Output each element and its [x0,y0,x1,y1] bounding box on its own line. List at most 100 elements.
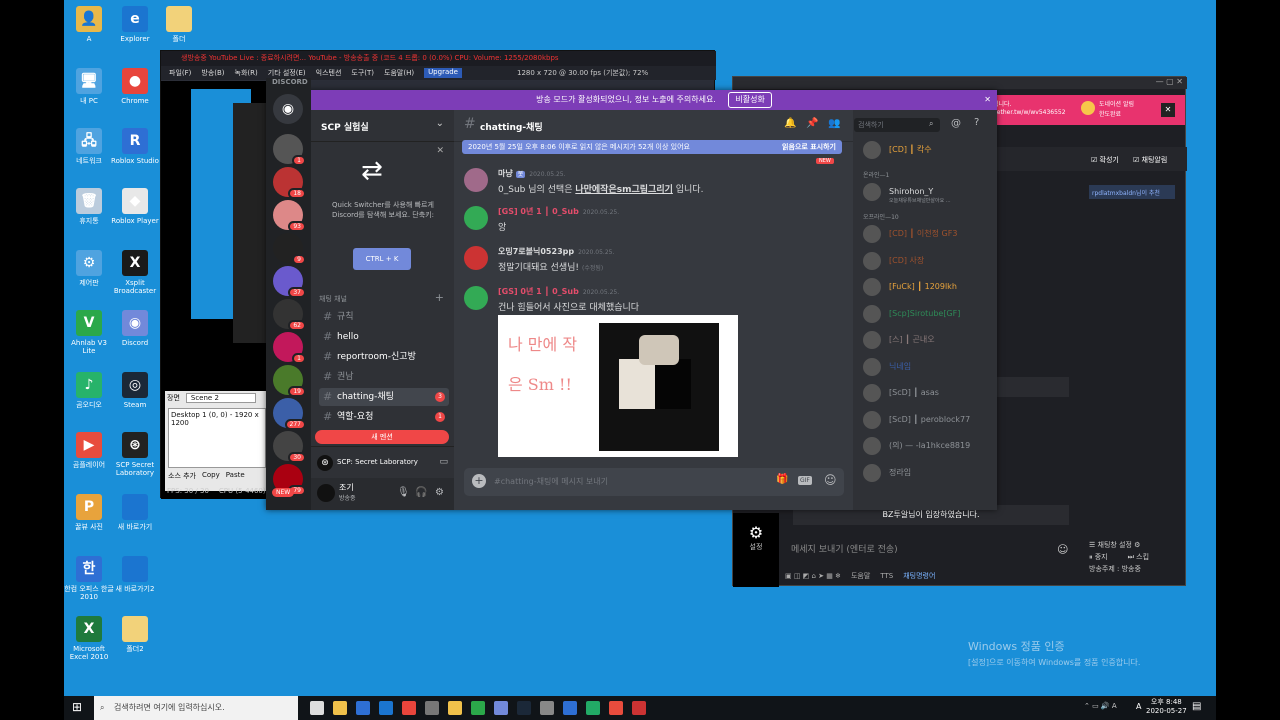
obs-menu-item[interactable]: 익스텐션 [316,68,342,78]
help-icon[interactable]: ? [974,117,979,128]
server-icon[interactable]: 9 [273,233,306,265]
avatar[interactable] [464,206,488,230]
paste-button[interactable]: Paste [226,471,245,481]
desktop-icon[interactable]: ⊛ SCP Secret Laboratory [110,432,160,477]
desktop-icon[interactable]: 새 바로가기 [110,494,160,531]
server-icon[interactable]: 1 [273,134,306,166]
member-item[interactable]: 정라임 [863,463,993,487]
unread-bar[interactable]: 2020년 5월 25일 오후 8:06 이후로 읽지 않은 메시지가 52개 … [462,140,842,154]
headphones-icon[interactable]: 🎧 [415,487,427,498]
obs-menu-item[interactable]: 파일(F) [169,68,191,78]
desktop-icon[interactable]: ◎ Steam [110,372,160,409]
desktop-icon[interactable]: 폴더 [154,6,204,43]
server-icon[interactable]: 37 [273,266,306,298]
avatar[interactable] [464,168,488,192]
gif-button[interactable]: GIF [798,476,812,485]
search-input[interactable]: 검색하기 [854,118,940,132]
taskbar-app-icon[interactable] [632,701,646,715]
taskbar-app-icon[interactable] [402,701,416,715]
taskbar-app-icon[interactable] [494,701,508,715]
clock[interactable]: 오후 8:48 2020-05-27 [1146,698,1187,716]
desktop-icon[interactable]: 🗑 휴지통 [64,188,114,225]
channel-item[interactable]: # reportroom-신고방 [319,348,449,366]
taskbar-app-icon[interactable] [379,701,393,715]
taskbar-app-icon[interactable] [310,701,324,715]
channel-item[interactable]: # 규칙 [319,308,449,326]
home-icon[interactable]: ◉ [273,94,303,124]
desktop-icon[interactable]: ▶ 곰플레이어 [64,432,114,469]
mention-icon[interactable]: @ [951,118,961,129]
scene-select[interactable]: Scene 2 [185,393,256,403]
taskbar-app-icon[interactable] [609,701,623,715]
toolbar-icons[interactable]: ▣ ◫ ◩ ⌂ ➤ ▦ ❄ [785,572,841,580]
taskbar-app-icon[interactable] [586,701,600,715]
taskbar-search[interactable]: ⌕ 검색하려면 여기에 입력하십시오. [94,696,298,720]
stream-chat-input[interactable]: 메세지 보내기 (엔터로 전송) [785,539,1077,561]
add-channel-icon[interactable]: + [435,291,444,304]
taskbar-app-icon[interactable] [333,701,347,715]
mark-read-button[interactable]: 읽음으로 표시하기 [782,140,836,154]
taskbar-app-icon[interactable] [517,701,531,715]
member-item[interactable]: Shirohon_Y 오늘채유튜브채널만살아요 ... [863,182,993,206]
desktop-icon[interactable]: ⚙ 제어판 [64,250,114,287]
server-icon[interactable]: 18 [273,167,306,199]
server-icon[interactable]: 30 [273,431,306,463]
stop-button[interactable]: ⏸ 중지 [1089,551,1108,563]
desktop-icon[interactable]: ◉ Discord [110,310,160,347]
windows-start-icon[interactable]: ⊞ [72,700,82,714]
desktop-icon[interactable]: X Microsoft Excel 2010 [64,616,114,661]
upload-icon[interactable]: + [472,474,486,488]
obs-menu-item[interactable]: 녹화(R) [235,68,258,78]
obs-menu-item[interactable]: 기타 설정(E) [268,68,306,78]
taskbar-app-icon[interactable] [563,701,577,715]
member-item[interactable]: [CD] 사장 [863,251,993,275]
member-item[interactable]: [ScD] ┃ peroblock77 [863,410,993,434]
gear-icon[interactable]: ⚙ [435,487,444,498]
member-item[interactable]: [Scp]Sirotube[GF] [863,304,993,328]
member-item[interactable]: (의) — -la1hkce8819 [863,436,993,460]
desktop-icon[interactable]: 🖥 내 PC [64,68,114,105]
desktop-icon[interactable]: 폴더2 [110,616,160,653]
toolbar-help[interactable]: 도움말 [851,571,870,581]
avatar[interactable] [464,246,488,270]
screen-share-icon[interactable]: ▭ [439,457,448,467]
attachment-image[interactable]: 나 만에 작은 Sm !! [498,315,738,457]
close-tip-icon[interactable]: ✕ [436,146,444,156]
taskbar-app-icon[interactable] [448,701,462,715]
server-icon[interactable]: 19 [273,365,306,397]
gear-icon[interactable]: ⚙ [733,523,779,542]
member-item[interactable]: [스] ┃ 곤내오 [863,330,993,354]
message-input[interactable]: #chatting-채팅에 메시지 보내기 [494,476,608,487]
avatar[interactable] [464,286,488,310]
member-item[interactable]: [CD] ┃ 이천정 GF3 [863,224,993,248]
close-alert-icon[interactable]: ✕ [1161,103,1175,117]
server-icon[interactable]: 277 [273,398,306,430]
settings-sidebar[interactable]: ⚙ 설정 [733,513,779,587]
obs-menu-item[interactable]: 도구(T) [351,68,374,78]
desktop-icon[interactable]: ● Chrome [110,68,160,105]
desktop-icon[interactable]: 한 한컴 오피스 한글 2010 [64,556,114,601]
desktop-icon[interactable]: 🖧 네트워크 [64,128,114,165]
chevron-down-icon[interactable]: ⌄ [436,118,444,129]
channel-item[interactable]: # 권남 [319,368,449,386]
close-banner-icon[interactable]: ✕ [984,90,991,110]
source-item[interactable]: Desktop 1 (0, 0) - 1920 x 1200 [171,411,259,427]
desktop-icon[interactable]: ♪ 곰오디오 [64,372,114,409]
mic-icon[interactable]: 🎙 [397,487,410,498]
option-megaphone[interactable]: ☑ 확성기 [1091,155,1119,165]
skip-button[interactable]: ⏭ 스킵 [1128,551,1149,563]
notification-icon[interactable]: ▤ [1192,701,1201,712]
pin-icon[interactable]: 📌 [806,118,818,129]
gift-icon[interactable]: 🎁 [776,474,788,485]
chat-settings-button[interactable]: ☰ 채팅창 설정 ⚙ [1089,539,1149,551]
desktop-icon[interactable]: V Ahnlab V3 Lite [64,310,114,355]
member-item[interactable]: 닉네임 [863,357,993,381]
add-source-button[interactable]: 소스 추가 [168,471,196,481]
message-author[interactable]: [GS] 0년 1 ┃ 0_Sub [498,287,579,296]
desktop-icon[interactable]: 👤 A [64,6,114,43]
source-list[interactable]: Desktop 1 (0, 0) - 1920 x 1200 [168,408,266,468]
toolbar-commands[interactable]: 채팅명령어 [903,571,935,581]
window-controls[interactable]: — ▢ ✕ [1156,77,1183,86]
channel-item[interactable]: # hello [319,328,449,346]
desktop-icon[interactable]: ◆ Roblox Player [110,188,160,225]
